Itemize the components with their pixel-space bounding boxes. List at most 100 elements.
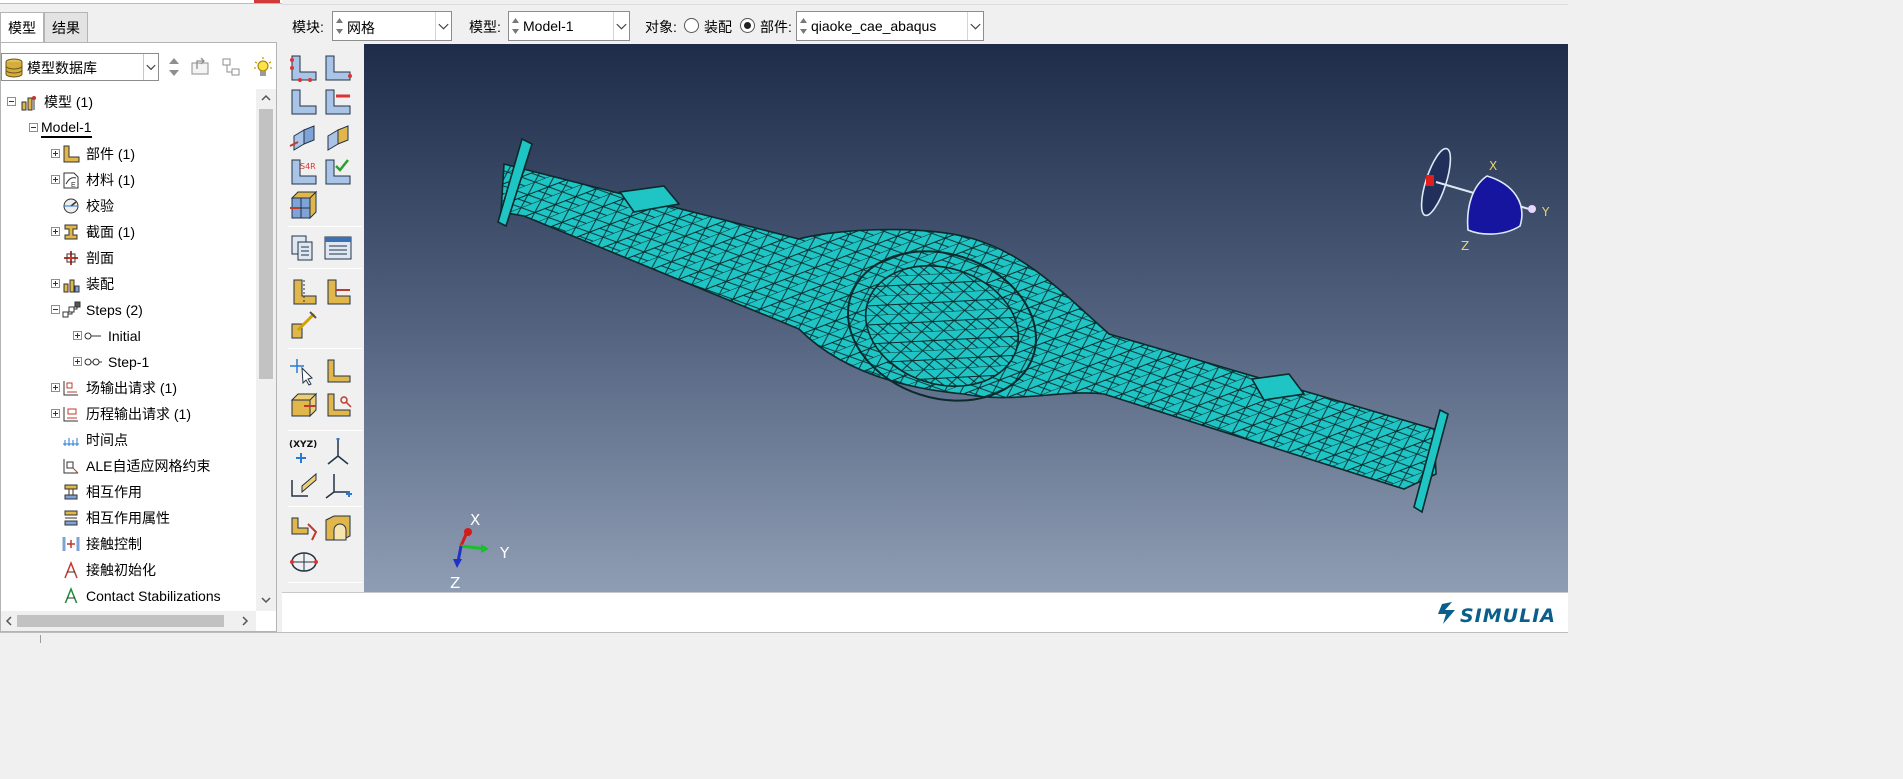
tree-item-label: 校验 xyxy=(86,198,114,214)
top-strip-marker xyxy=(254,0,280,3)
expand-toggle-icon[interactable] xyxy=(73,331,82,340)
collapse-toggle-icon[interactable] xyxy=(29,123,38,132)
chevron-down-icon[interactable] xyxy=(613,12,629,40)
tree-item[interactable]: 场输出请求 (1) xyxy=(61,375,177,401)
tree-vertical-scrollbar[interactable] xyxy=(256,89,276,611)
context-bar: 模块: 网格 模型: Model-1 对象: 装配 部件: qiaoke_cae… xyxy=(282,4,1568,44)
tree-horizontal-scrollbar[interactable] xyxy=(1,611,256,631)
scroll-down-icon[interactable] xyxy=(260,595,272,605)
tree-vertical-scroll-thumb[interactable] xyxy=(259,109,273,379)
expand-collapse-arrows-icon[interactable] xyxy=(163,55,185,79)
tree-item[interactable]: 部件 (1) xyxy=(61,141,135,167)
module-select[interactable]: 网格 xyxy=(332,11,452,41)
assembly-radio[interactable] xyxy=(684,18,699,33)
expand-toggle-icon[interactable] xyxy=(51,383,60,392)
verify-mesh-icon[interactable] xyxy=(322,156,354,188)
part-shape-icon[interactable] xyxy=(322,512,354,544)
toolbox-separator xyxy=(288,348,362,349)
view-cube-y-marker xyxy=(1528,205,1536,213)
seed-edges-icon[interactable] xyxy=(322,52,354,84)
simulia-wordmark: SIMULIA xyxy=(1460,605,1556,627)
tree-item-label: 历程输出请求 (1) xyxy=(86,406,191,422)
svg-text:E: E xyxy=(71,182,76,189)
graphics-viewport[interactable]: X Y Z X Y Z xyxy=(364,44,1568,592)
mesh-part-instance-icon[interactable] xyxy=(288,232,320,264)
go-to-parent-icon[interactable] xyxy=(189,55,211,79)
tree-item[interactable]: 装配 xyxy=(61,271,114,297)
create-datum-axis-icon[interactable] xyxy=(322,436,354,468)
tree-item[interactable]: Model-1 xyxy=(41,115,92,141)
collapse-toggle-icon[interactable] xyxy=(51,305,60,314)
tree-item[interactable]: 相互作用属性 xyxy=(61,505,170,531)
create-datum-point-icon[interactable]: (XYZ) xyxy=(288,436,320,468)
adaptivity-remesh-icon[interactable] xyxy=(288,546,320,578)
virtual-topology-icon[interactable] xyxy=(288,310,320,342)
delete-part-seeds-icon[interactable] xyxy=(288,86,320,118)
chevron-down-icon[interactable] xyxy=(435,12,451,40)
delete-mesh-icon[interactable] xyxy=(322,390,354,422)
edit-mesh-icon[interactable] xyxy=(288,356,320,388)
tree-item[interactable]: E 材料 (1) xyxy=(61,167,135,193)
tree-item[interactable]: 相互作用 xyxy=(61,479,142,505)
tree-item[interactable]: 历程输出请求 (1) xyxy=(61,401,191,427)
view-cube[interactable]: X Y Z xyxy=(1416,146,1550,253)
lightbulb-icon[interactable] xyxy=(252,55,274,79)
tab-results[interactable]: 结果 xyxy=(44,12,88,42)
chevron-down-icon[interactable] xyxy=(967,12,983,40)
part-label: 部件: xyxy=(760,19,792,35)
triad-z-arrow xyxy=(453,559,462,568)
tree-horizontal-scroll-thumb[interactable] xyxy=(17,615,224,627)
filter-tree-icon[interactable] xyxy=(220,55,242,79)
partition-face-icon[interactable] xyxy=(288,276,320,308)
tree-item[interactable]: 接触初始化 xyxy=(61,557,156,583)
tree-item[interactable]: 校验 xyxy=(61,193,114,219)
expand-toggle-icon[interactable] xyxy=(51,175,60,184)
tree-item[interactable]: 时间点 xyxy=(61,427,128,453)
merge-mesh-icon[interactable] xyxy=(288,512,320,544)
step-icon xyxy=(84,358,102,366)
scroll-right-icon[interactable] xyxy=(240,615,250,627)
expand-toggle-icon[interactable] xyxy=(51,227,60,236)
model-value: Model-1 xyxy=(523,18,574,34)
tree-item[interactable]: Initial xyxy=(83,323,141,349)
assign-element-type-icon[interactable] xyxy=(322,122,354,154)
mesh-report-icon[interactable] xyxy=(322,232,354,264)
expand-toggle-icon[interactable] xyxy=(51,409,60,418)
tree-item[interactable]: Steps (2) xyxy=(61,297,143,323)
tree-item[interactable]: ALE自适应网格约束 xyxy=(61,453,210,479)
tree-item[interactable]: 截面 (1) xyxy=(61,219,135,245)
assign-mesh-controls-icon[interactable] xyxy=(288,122,320,154)
tree-item[interactable]: 接触控制 xyxy=(61,531,142,557)
tree-item[interactable]: Step-1 xyxy=(83,349,149,375)
history-output-icon xyxy=(63,407,78,422)
create-datum-plane-icon[interactable] xyxy=(288,470,320,502)
axle-housing-mesh[interactable] xyxy=(497,137,1449,514)
assign-stack-direction-icon[interactable] xyxy=(288,390,320,422)
scroll-up-icon[interactable] xyxy=(260,93,272,103)
expand-toggle-icon[interactable] xyxy=(51,279,60,288)
tree-item[interactable]: 剖面 xyxy=(61,245,114,271)
partition-cell-icon[interactable] xyxy=(322,276,354,308)
model-database-select[interactable]: 模型数据库 xyxy=(1,53,159,81)
chevron-down-icon[interactable] xyxy=(143,54,158,80)
model-select[interactable]: Model-1 xyxy=(508,11,630,41)
part-select[interactable]: qiaoke_cae_abaqus xyxy=(796,11,984,41)
mesh-part-icon[interactable] xyxy=(288,190,320,222)
seed-part-icon[interactable] xyxy=(288,52,320,84)
models-icon xyxy=(21,96,36,111)
create-boundary-mesh-icon[interactable] xyxy=(322,356,354,388)
tree-item[interactable]: Contact Stabilizations xyxy=(61,583,221,603)
create-datum-csys-icon[interactable] xyxy=(322,470,354,502)
element-type-s4r-icon[interactable]: S4R xyxy=(288,156,320,188)
delete-edge-seeds-icon[interactable] xyxy=(322,86,354,118)
expand-toggle-icon[interactable] xyxy=(73,357,82,366)
toolbox-separator xyxy=(288,226,362,227)
tab-model[interactable]: 模型 xyxy=(0,12,44,43)
expand-toggle-icon[interactable] xyxy=(51,149,60,158)
scroll-left-icon[interactable] xyxy=(4,615,14,627)
part-radio[interactable] xyxy=(740,18,755,33)
tree-item[interactable]: 模型 (1) xyxy=(19,89,93,115)
collapse-toggle-icon[interactable] xyxy=(7,97,16,106)
svg-text:S4R: S4R xyxy=(300,162,316,171)
abaqus-cae-window: 模型 结果 模型数据库 模型 (1) Model-1 部件 (1) E 材料 (1) 校验… xyxy=(0,0,1568,643)
